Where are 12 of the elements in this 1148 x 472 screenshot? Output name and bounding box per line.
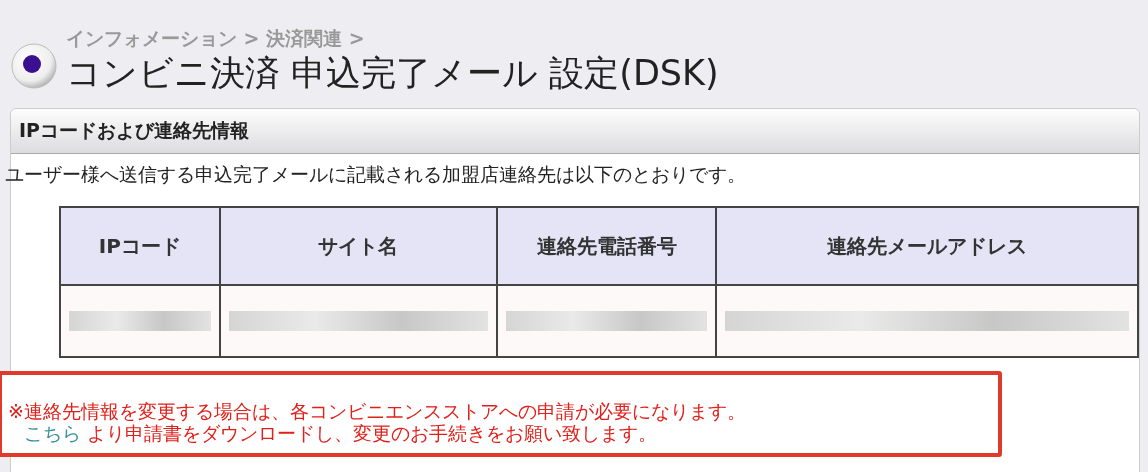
description-text: ユーザー様へ送信する申込完了メールに記載される加盟店連絡先は以下のとおりです。 [5, 162, 747, 187]
notice-text: こちら より申請書をダウンロードし、変更のお手続きをお願い致します。 [8, 422, 998, 445]
panel-header: IPコードおよび連絡先情報 [11, 109, 1139, 154]
download-link[interactable]: こちら [8, 421, 81, 444]
breadcrumb: インフォメーション > 決済関連 > [66, 26, 366, 51]
column-header: サイト名 [219, 207, 497, 285]
page-title: コンビニ決済 申込完了メール 設定(DSK) [66, 52, 719, 94]
radio-bullet-icon [10, 42, 58, 90]
column-header: IPコード [60, 207, 220, 285]
column-header: 連絡先電話番号 [496, 207, 717, 285]
notice-text: ※連絡先情報を変更する場合は、各コンビニエンスストアへの申請が必要になります。 [8, 401, 747, 423]
column-header: 連絡先メールアドレス [716, 207, 1138, 285]
